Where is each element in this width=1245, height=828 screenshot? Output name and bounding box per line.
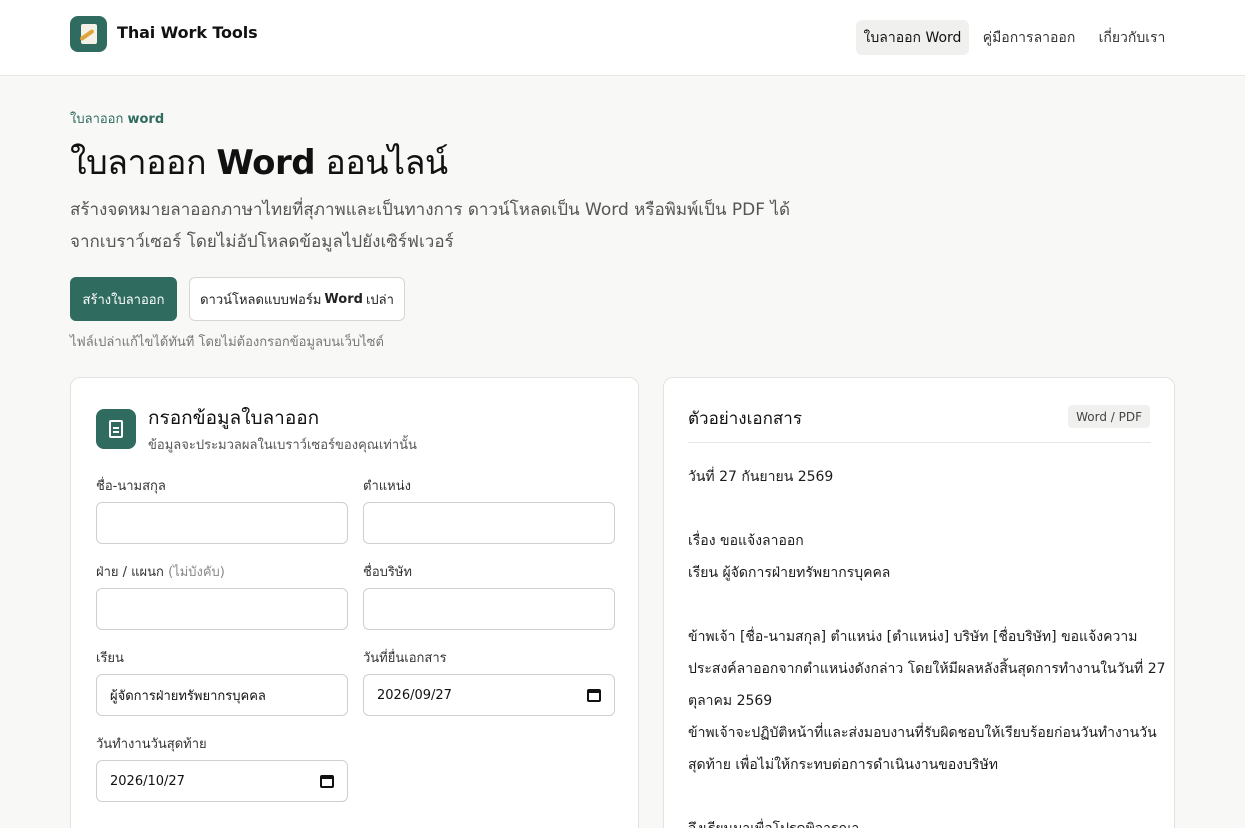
doc-date: วันที่ 27 กันยายน 2569 bbox=[688, 469, 834, 485]
doc-body-line: ข้าพเจ้าจะปฏิบัติหน้าที่และส่งมอบงานที่ร… bbox=[688, 725, 1157, 741]
doc-closing: จึงเรียนมาเพื่อโปรดพิจารณา bbox=[688, 818, 859, 828]
department-input[interactable] bbox=[96, 588, 348, 630]
form-title: กรอกข้อมูลใบลาออก bbox=[148, 407, 320, 429]
nav-about[interactable]: เกี่ยวกับเรา bbox=[1090, 20, 1174, 55]
department-label: ฝ่าย / แผนก (ไม่บังคับ) bbox=[96, 565, 225, 580]
calendar-icon[interactable] bbox=[320, 774, 334, 788]
nav-resignation-word[interactable]: ใบลาออก Word bbox=[856, 20, 969, 55]
page-title: ใบลาออก Word ออนไลน์ bbox=[70, 143, 448, 183]
page-description: สร้างจดหมายลาออกภาษาไทยที่สุภาพและเป็นทา… bbox=[70, 200, 791, 252]
company-label: ชื่อบริษัท bbox=[363, 565, 413, 580]
doc-body-line: สุดท้าย เพื่อไม่ให้กระทบต่อการดำเนินงานข… bbox=[688, 757, 998, 773]
submit-date-input[interactable]: 2026/09/27 bbox=[363, 674, 615, 716]
position-label: ตำแหน่ง bbox=[363, 479, 411, 494]
submit-date-label: วันที่ยื่นเอกสาร bbox=[363, 651, 447, 666]
preview-card: ตัวอย่างเอกสาร Word / PDF วันที่ 27 กันย… bbox=[663, 377, 1175, 828]
doc-recipient: เรียน ผู้จัดการฝ่ายทรัพยากรบุคคล bbox=[688, 565, 891, 581]
doc-body-line: ข้าพเจ้า [ชื่อ-นามสกุล] ตำแหน่ง [ตำแหน่ง… bbox=[688, 629, 1138, 645]
last-day-input[interactable]: 2026/10/27 bbox=[96, 760, 348, 802]
doc-body-line: ประสงค์ลาออกจากตำแหน่งดังกล่าว โดยให้มีผ… bbox=[688, 661, 1166, 677]
form-subtitle: ข้อมูลจะประมวลผลในเบราว์เซอร์ของคุณเท่าน… bbox=[148, 438, 417, 453]
preview-title: ตัวอย่างเอกสาร bbox=[688, 409, 802, 429]
recipient-label: เรียน bbox=[96, 651, 124, 666]
download-hint: ไฟล์เปล่าแก้ไขได้ทันที โดยไม่ต้องกรอกข้อ… bbox=[70, 335, 384, 350]
nav-resignation-guide[interactable]: คู่มือการลาออก bbox=[978, 20, 1080, 55]
eyebrow: ใบลาออก word bbox=[70, 112, 165, 127]
format-badge: Word / PDF bbox=[1068, 405, 1150, 428]
doc-body-line: ตุลาคม 2569 bbox=[688, 693, 773, 709]
create-resignation-button[interactable]: สร้างใบลาออก bbox=[70, 277, 177, 321]
last-day-label: วันทำงานวันสุดท้าย bbox=[96, 737, 207, 752]
name-input[interactable] bbox=[96, 502, 348, 544]
document-icon bbox=[96, 409, 136, 449]
download-blank-word-button[interactable]: ดาวน์โหลดแบบฟอร์ม Word เปล่า bbox=[189, 277, 405, 321]
site-header: Thai Work Tools ใบลาออก Word คู่มือการลา… bbox=[0, 0, 1245, 76]
divider bbox=[688, 442, 1151, 443]
logo-icon[interactable] bbox=[70, 16, 107, 52]
name-label: ชื่อ-นามสกุล bbox=[96, 479, 166, 494]
position-input[interactable] bbox=[363, 502, 615, 544]
calendar-icon[interactable] bbox=[587, 688, 601, 702]
recipient-input[interactable]: ผู้จัดการฝ่ายทรัพยากรบุคคล bbox=[96, 674, 348, 716]
form-card: กรอกข้อมูลใบลาออก ข้อมูลจะประมวลผลในเบรา… bbox=[70, 377, 639, 828]
brand-name[interactable]: Thai Work Tools bbox=[117, 23, 258, 42]
doc-subject: เรื่อง ขอแจ้งลาออก bbox=[688, 533, 804, 549]
company-input[interactable] bbox=[363, 588, 615, 630]
